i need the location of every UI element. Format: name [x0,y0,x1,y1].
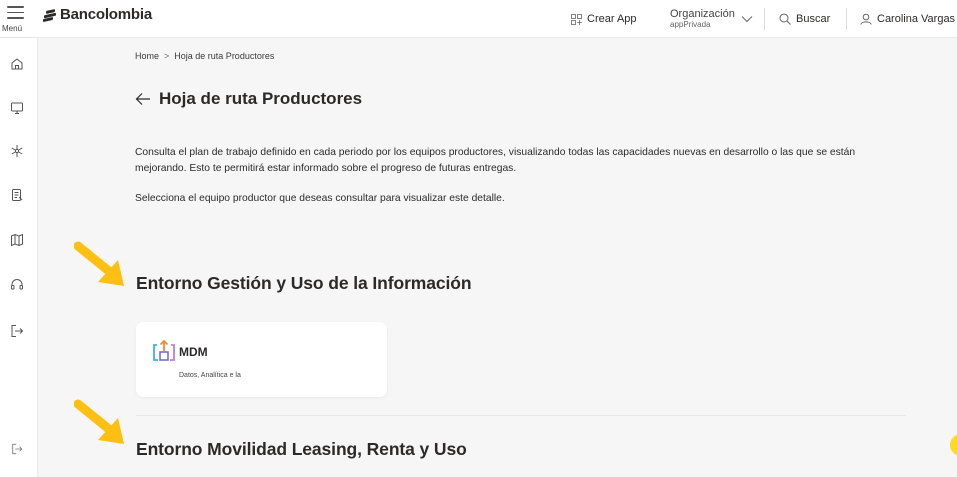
chevron-down-icon [741,16,753,23]
sidebar [0,38,38,477]
user-icon [860,13,872,25]
map-icon [11,233,23,247]
sidebar-item-snowflake[interactable] [8,142,26,160]
breadcrumb-home[interactable]: Home [135,51,159,61]
sidebar-item-document[interactable] [8,186,26,204]
mdm-upload-icon [153,339,175,361]
headset-icon [11,279,23,290]
search-icon [779,13,791,25]
sidebar-item-monitor[interactable] [8,99,26,117]
logout-bottom-icon [12,443,23,455]
section-title: Entorno Movilidad Leasing, Renta y Uso [136,439,467,459]
organization-value: appPrivada [670,19,711,29]
sidebar-item-logout[interactable] [8,322,26,340]
card-subtitle: Datos, Analítica e la [179,372,241,379]
menu-label: Menú [2,24,23,33]
breadcrumb-current: Hoja de ruta Productores [174,51,275,61]
back-arrow-icon[interactable] [135,92,151,106]
sidebar-item-logout-bottom[interactable] [8,440,26,458]
page-description: Consulta el plan de trabajo definido en … [135,147,856,174]
floating-help-button[interactable] [950,434,957,456]
home-icon [11,58,23,70]
grid-icon [571,13,582,25]
logout-icon [11,325,24,337]
producer-card-mdm[interactable]: MDM Datos, Analítica e la [136,322,387,397]
snowflake-icon [11,145,23,157]
sidebar-item-home[interactable] [8,55,26,73]
topbar-divider [846,8,847,30]
card-title: MDM [179,345,208,359]
breadcrumb-separator: > [164,51,170,61]
page-header: Hoja de ruta Productores [135,89,362,109]
topbar-divider [764,8,765,30]
annotation-arrow-icon [74,241,124,286]
monitor-icon [11,102,23,114]
top-bar: Menú Bancolombia Crear App Organización … [0,0,957,38]
document-icon [12,189,23,201]
section-title: Entorno Gestión y Uso de la Información [136,273,472,293]
sidebar-item-map[interactable] [8,231,26,249]
user-name: Carolina Vargas [877,13,956,25]
crear-app-button[interactable]: Crear App [571,0,637,38]
section-divider [136,415,906,416]
annotation-arrow-icon [74,399,124,444]
crear-app-label: Crear App [587,13,637,25]
organization-selector[interactable]: Organización appPrivada [670,0,753,38]
brand-logo[interactable]: Bancolombia [43,6,152,23]
search-label: Buscar [796,13,831,25]
menu-icon [7,6,24,23]
menu-button[interactable]: Menú [0,0,38,38]
page-instruction: Selecciona el equipo productor que desea… [135,193,505,204]
user-menu[interactable]: Carolina Vargas [860,0,955,38]
bancolombia-logo-icon [43,8,57,22]
search-button[interactable]: Buscar [779,0,830,38]
brand-name: Bancolombia [60,6,152,23]
sidebar-item-support[interactable] [8,276,26,294]
page-title: Hoja de ruta Productores [159,89,363,108]
breadcrumb: Home > Hoja de ruta Productores [135,51,274,61]
organization-title: Organización [670,8,735,21]
